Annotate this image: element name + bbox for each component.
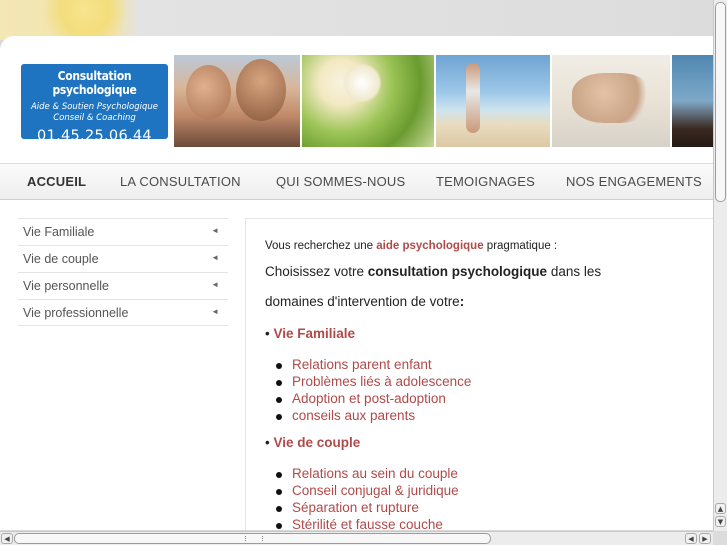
header-photos [174, 55, 713, 147]
section-vie-familiale: • Vie Familiale [265, 326, 355, 341]
list-item[interactable]: Problèmes liés à adolescence [275, 374, 471, 389]
aide-psychologique-link[interactable]: aide psychologique [376, 240, 483, 252]
scroll-left-icon[interactable]: ◀ [1, 533, 13, 544]
page: Consultation psychologique Aide & Soutie… [0, 36, 713, 530]
intro-suffix: pragmatique : [483, 240, 558, 252]
intro-text: Vous recherchez une aide psychologique p… [265, 240, 557, 252]
scroll-down-icon[interactable]: ▼ [715, 516, 726, 527]
photo-couple [174, 55, 300, 147]
photo-sunset [672, 55, 713, 147]
list-item[interactable]: Conseil conjugal & juridique [276, 483, 459, 498]
vertical-scrollbar[interactable]: ▲ ▼ [713, 0, 727, 531]
arrow-left-icon: ◄ [211, 307, 219, 316]
list-item[interactable]: Relations au sein du couple [276, 466, 458, 481]
photo-family [552, 55, 670, 147]
list-item[interactable]: Séparation et rupture [276, 500, 419, 515]
domains-label: domaines d'intervention de votre [265, 294, 460, 309]
logo[interactable]: Consultation psychologique Aide & Soutie… [21, 64, 168, 144]
sidebar-item-vie-professionnelle[interactable]: Vie professionnelle ◄ [18, 299, 228, 326]
sidebar-item-vie-personnelle[interactable]: Vie personnelle ◄ [18, 272, 228, 299]
background-banner [0, 0, 727, 50]
arrow-left-icon: ◄ [211, 280, 219, 289]
logo-tagline-1: Aide & Soutien Psychologique [30, 102, 158, 112]
nav-la-consultation[interactable]: LA CONSULTATION [120, 174, 241, 189]
list-item[interactable]: Adoption et post-adoption [276, 391, 446, 406]
intro-prefix: Vous recherchez une [265, 240, 377, 252]
sidebar-item-label: Vie personnelle [23, 279, 109, 293]
domains-text: domaines d'intervention de votre: [265, 294, 464, 309]
nav-qui-sommes-nous[interactable]: QUI SOMMES-NOUS [276, 174, 405, 189]
nav-temoignages[interactable]: TEMOIGNAGES [436, 174, 535, 189]
horizontal-scrollbar[interactable]: ◀ ◀ ▶ [0, 531, 713, 545]
list-item[interactable]: conseils aux parents [275, 408, 415, 423]
choose-bold: consultation psychologique [367, 264, 548, 279]
section-vie-de-couple: • Vie de couple [265, 435, 360, 450]
nav-nos-engagements[interactable]: NOS ENGAGEMENTS [566, 174, 702, 189]
main-content: Vous recherchez une aide psychologique p… [245, 218, 713, 530]
choose-text: Choisissez votre consultation psychologi… [265, 264, 601, 279]
photo-beach [436, 55, 550, 147]
scroll-grip-icon [245, 536, 263, 541]
sidebar-item-vie-familiale[interactable]: Vie Familiale ◄ [18, 218, 228, 245]
arrow-left-icon: ◄ [211, 226, 219, 235]
main-nav: ACCUEIL LA CONSULTATION QUI SOMMES-NOUS … [0, 163, 713, 200]
horizontal-scroll-thumb[interactable] [14, 533, 491, 544]
logo-tagline-2: Conseil & Coaching [53, 113, 136, 123]
arrow-left-icon: ◄ [211, 253, 219, 262]
scroll-right-icon[interactable]: ▶ [699, 533, 711, 544]
choose-prefix: Choisissez votre [265, 264, 368, 279]
sidebar-item-label: Vie professionnelle [23, 306, 129, 320]
section-link-vie-de-couple[interactable]: Vie de couple [273, 435, 360, 450]
list-item[interactable]: Relations parent enfant [276, 357, 432, 372]
vertical-scroll-thumb[interactable] [715, 2, 726, 202]
logo-phone: 01.45.25.06.44 [37, 128, 152, 144]
logo-title: Consultation psychologique [52, 69, 137, 97]
sidebar-item-label: Vie Familiale [23, 225, 95, 239]
photo-flowers [302, 55, 434, 147]
sidebar-item-vie-de-couple[interactable]: Vie de couple ◄ [18, 245, 228, 272]
sidebar-menu: Vie Familiale ◄ Vie de couple ◄ Vie pers… [18, 218, 228, 326]
nav-accueil[interactable]: ACCUEIL [27, 174, 86, 189]
list-item[interactable]: Stérilité et fausse couche [276, 517, 443, 530]
section-link-vie-familiale[interactable]: Vie Familiale [273, 326, 355, 341]
scroll-left-icon[interactable]: ◀ [685, 533, 697, 544]
choose-suffix: dans les [547, 264, 602, 279]
scroll-up-icon[interactable]: ▲ [715, 503, 726, 514]
scrollbar-corner [713, 531, 727, 545]
domains-colon: : [459, 294, 465, 309]
sidebar-item-label: Vie de couple [23, 252, 99, 266]
